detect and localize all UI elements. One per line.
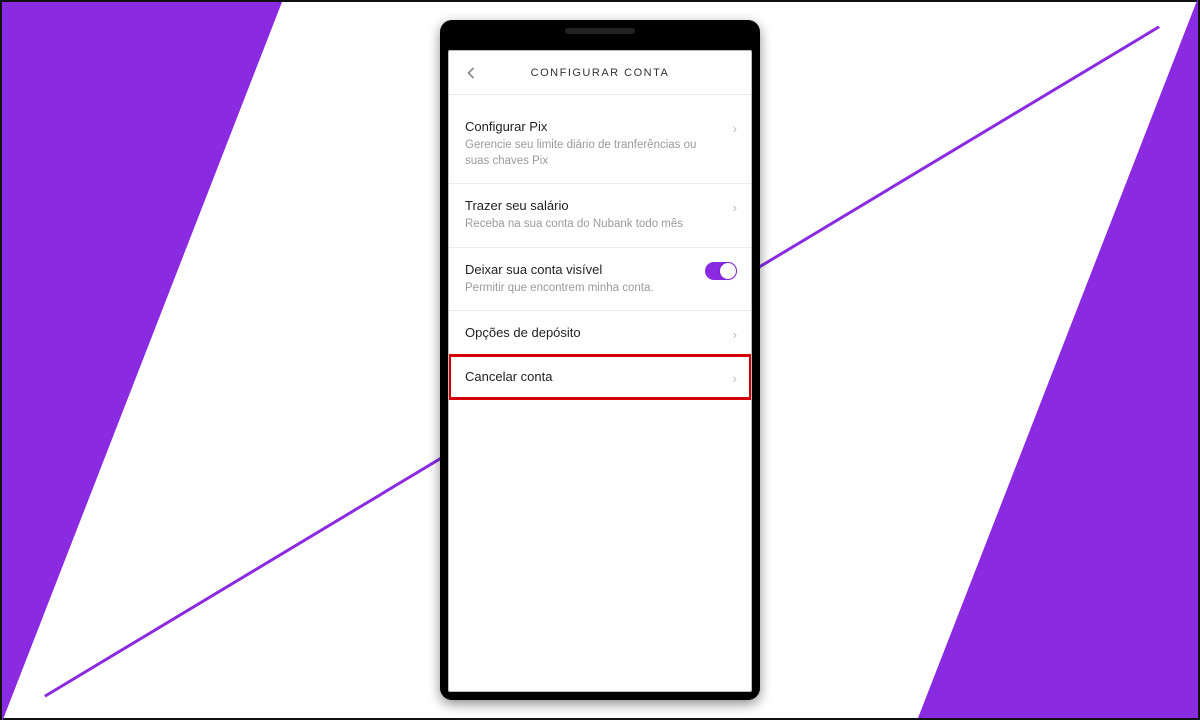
tutorial-graphic: CONFIGURAR CONTA Configurar Pix Gerencie… [0,0,1200,720]
item-trazer-salario[interactable]: Trazer seu salário Receba na sua conta d… [449,184,751,248]
item-subtitle: Gerencie seu limite diário de tranferênc… [465,138,703,169]
item-title: Configurar Pix [465,119,735,134]
item-opcoes-deposito[interactable]: Opções de depósito › [449,311,751,355]
phone-screen: CONFIGURAR CONTA Configurar Pix Gerencie… [448,50,752,692]
item-configurar-pix[interactable]: Configurar Pix Gerencie seu limite diári… [449,105,751,184]
chevron-right-icon: › [733,121,737,136]
screen-header: CONFIGURAR CONTA [449,51,751,95]
item-title: Trazer seu salário [465,198,735,213]
item-cancelar-conta[interactable]: Cancelar conta › [449,355,751,399]
item-conta-visivel[interactable]: Deixar sua conta visível Permitir que en… [449,248,751,312]
item-title: Opções de depósito [465,325,735,340]
item-title: Deixar sua conta visível [465,262,735,277]
phone-frame: CONFIGURAR CONTA Configurar Pix Gerencie… [440,20,760,700]
decorative-triangle-right [918,0,1198,718]
chevron-right-icon: › [733,200,737,215]
item-subtitle: Permitir que encontrem minha conta. [465,281,703,297]
toggle-knob [720,263,736,279]
item-subtitle: Receba na sua conta do Nubank todo mês [465,217,703,233]
chevron-right-icon: › [733,327,737,342]
visibility-toggle[interactable] [705,262,737,280]
header-title: CONFIGURAR CONTA [461,67,739,79]
phone-notch [565,28,635,34]
decorative-triangle-left [2,2,282,720]
item-title: Cancelar conta [465,369,735,384]
chevron-right-icon: › [733,371,737,386]
